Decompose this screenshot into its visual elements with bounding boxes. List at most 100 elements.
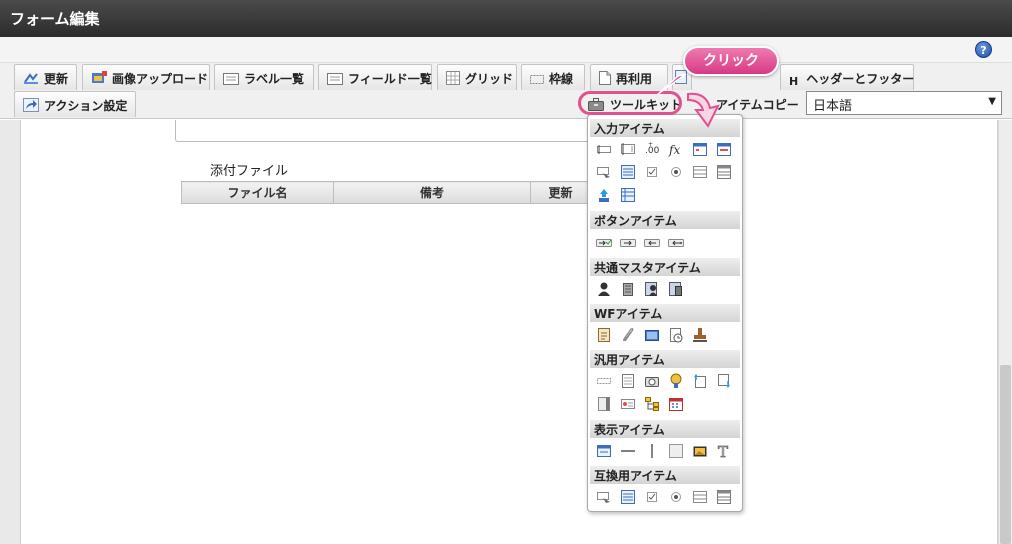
table-compat-icon[interactable]: [716, 489, 732, 505]
textarea-icon[interactable]: [620, 141, 636, 157]
language-select[interactable]: 日本語 ▼: [806, 91, 1002, 115]
click-callout: クリック: [683, 46, 779, 76]
frame-line-button[interactable]: 枠線: [521, 64, 585, 90]
pointer-arrow-icon: [687, 92, 720, 128]
datetime-icon[interactable]: [716, 141, 732, 157]
grid-button[interactable]: グリッド: [437, 64, 517, 90]
next-button-icon[interactable]: [620, 235, 636, 251]
column-header-note[interactable]: 備考: [333, 181, 531, 204]
history-icon[interactable]: [668, 327, 684, 343]
vertical-scrollbar[interactable]: [998, 120, 1012, 544]
user-search-icon[interactable]: [644, 281, 660, 297]
svg-text:fx: fx: [668, 143, 680, 157]
action-button-icon[interactable]: [596, 235, 612, 251]
stamp-icon[interactable]: [692, 327, 708, 343]
toolkit-panel: 入力アイテム .00+ fx ボタンアイテム 共通マスタアイテム WFアイテム: [587, 114, 743, 512]
label-list-label: ラベル一覧: [244, 72, 305, 86]
text-display-icon[interactable]: [596, 443, 612, 459]
image-upload-label: 画像アップロード: [112, 72, 209, 86]
frame-line-label: 枠線: [549, 72, 574, 86]
textbox-icon[interactable]: [596, 141, 612, 157]
horizontal-line-icon[interactable]: [620, 443, 636, 459]
dropdown-arrow-icon: ▼: [988, 96, 996, 107]
select-icon[interactable]: [596, 164, 612, 180]
panel-icon[interactable]: [596, 396, 612, 412]
frame-line-icon: [530, 75, 544, 84]
list-icon[interactable]: [620, 164, 636, 180]
organization-icon[interactable]: [620, 281, 636, 297]
action-arrow-icon: [23, 98, 39, 112]
radio-icon[interactable]: [668, 164, 684, 180]
section-header-compat: 互換用アイテム: [590, 466, 740, 484]
svg-text:+: +: [648, 141, 653, 148]
formula-icon[interactable]: fx: [668, 141, 684, 157]
attachment-table[interactable]: ファイル名 備考 更新: [181, 181, 591, 204]
section-header-button: ボタンアイテム: [590, 211, 740, 229]
field-list-label: フィールド一覧: [348, 72, 432, 86]
label-list-icon: [223, 73, 239, 85]
calendar-icon[interactable]: [668, 396, 684, 412]
action-settings-button[interactable]: アクション設定: [14, 91, 136, 117]
file-download-icon[interactable]: [716, 373, 732, 389]
list-compat-icon[interactable]: [620, 489, 636, 505]
organization-search-icon[interactable]: [668, 281, 684, 297]
header-footer-button[interactable]: H ヘッダーとフッター: [780, 64, 914, 90]
header-footer-label: ヘッダーとフッター: [806, 72, 915, 86]
image-upload-button[interactable]: 画像アップロード: [82, 64, 210, 90]
flow-icon[interactable]: [596, 327, 612, 343]
section-header-master: 共通マスタアイテム: [590, 258, 740, 276]
grid-icon: [446, 71, 460, 85]
form-box[interactable]: [175, 120, 590, 142]
camera-icon[interactable]: [644, 373, 660, 389]
cancel-button-icon[interactable]: [668, 235, 684, 251]
grid-label: グリッド: [465, 72, 514, 86]
language-value: 日本語: [813, 99, 853, 114]
image-icon[interactable]: [644, 327, 660, 343]
column-header-updated[interactable]: 更新: [530, 181, 591, 204]
update-button[interactable]: 更新: [14, 64, 77, 90]
text-t-icon[interactable]: T: [716, 443, 732, 459]
checkbox-compat-icon[interactable]: [644, 489, 660, 505]
column-header-filename[interactable]: ファイル名: [181, 181, 334, 204]
radio-compat-icon[interactable]: [668, 489, 684, 505]
action-settings-label: アクション設定: [44, 99, 128, 113]
image-upload-icon: [92, 71, 107, 83]
help-bar: ?: [0, 37, 1012, 63]
header-footer-icon: H: [789, 75, 799, 88]
select-compat-icon[interactable]: [596, 489, 612, 505]
section-header-display: 表示アイテム: [590, 420, 740, 438]
listbox-compat-icon[interactable]: [692, 489, 708, 505]
date-icon[interactable]: [692, 141, 708, 157]
attachment-icon[interactable]: [620, 327, 636, 343]
map-icon[interactable]: [668, 373, 684, 389]
file-upload-icon[interactable]: [692, 373, 708, 389]
section-header-general: 汎用アイテム: [590, 350, 740, 368]
card-icon[interactable]: [620, 396, 636, 412]
vertical-line-icon[interactable]: [644, 443, 660, 459]
tree-icon[interactable]: [644, 396, 660, 412]
reuse-icon: [599, 71, 611, 85]
checkbox-icon[interactable]: [644, 164, 660, 180]
scroll-thumb[interactable]: [1000, 365, 1011, 544]
reuse-label: 再利用: [616, 72, 653, 86]
user-icon[interactable]: [596, 281, 612, 297]
grid-table-icon[interactable]: [620, 187, 636, 203]
box-icon[interactable]: [668, 443, 684, 459]
item-copy-button[interactable]: アイテムコピー: [716, 96, 799, 113]
label-list-button[interactable]: ラベル一覧: [214, 64, 314, 90]
label-icon[interactable]: [596, 373, 612, 389]
help-icon[interactable]: ?: [975, 41, 992, 58]
field-list-button[interactable]: フィールド一覧: [318, 64, 432, 90]
listbox-icon[interactable]: [692, 164, 708, 180]
back-button-icon[interactable]: [644, 235, 660, 251]
update-label: 更新: [44, 72, 69, 86]
upload-icon[interactable]: [596, 187, 612, 203]
callout-text: クリック: [703, 53, 759, 69]
document-icon[interactable]: [620, 373, 636, 389]
picture-icon[interactable]: [692, 443, 708, 459]
svg-text:T: T: [718, 443, 728, 459]
number-icon[interactable]: .00+: [644, 141, 660, 157]
item-copy-label: アイテムコピー: [716, 98, 799, 112]
window-title-text: フォーム編集: [10, 10, 100, 28]
table-icon[interactable]: [716, 164, 732, 180]
